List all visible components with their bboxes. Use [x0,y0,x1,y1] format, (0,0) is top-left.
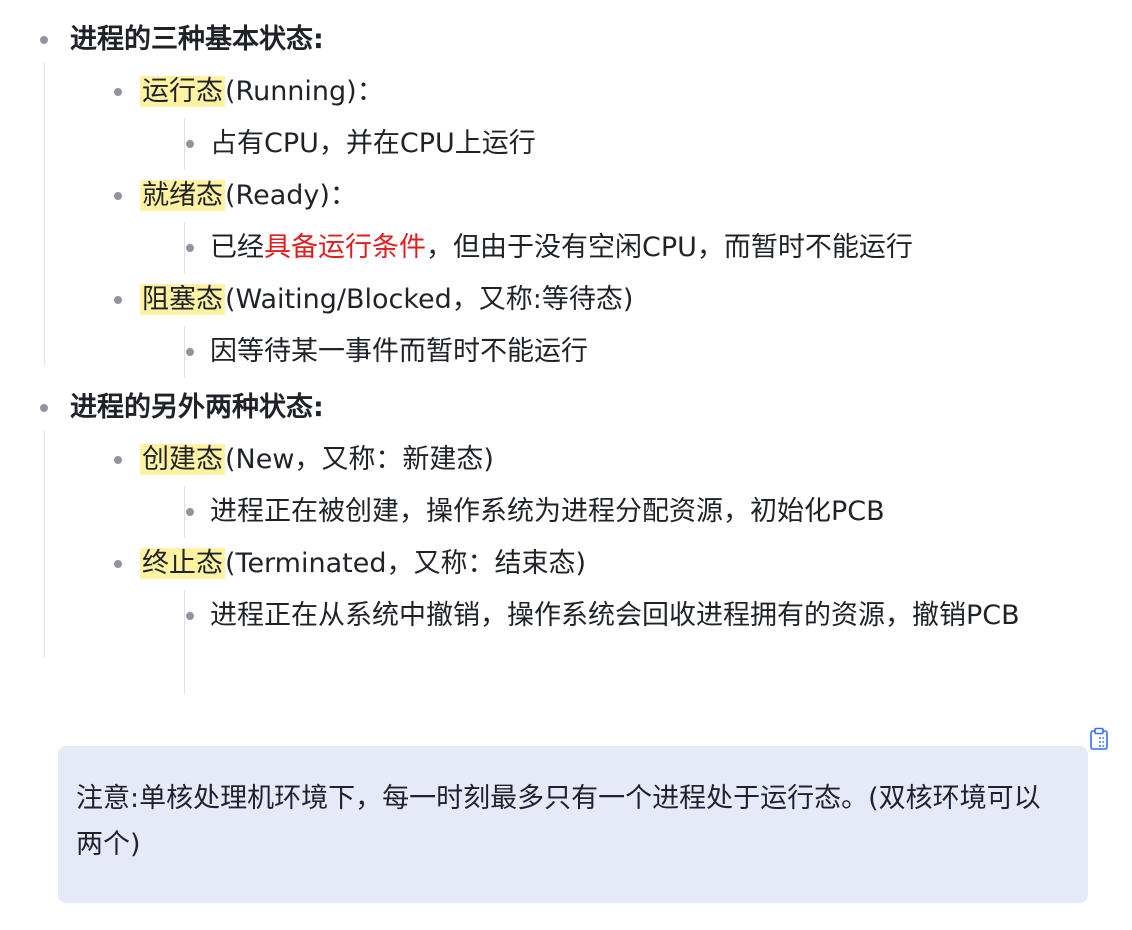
detail-item: 已经具备运行条件，但由于没有空闲CPU，而暂时不能运行 [186,222,1090,274]
detail-list: 进程正在被创建，操作系统为进程分配资源，初始化PCB [140,486,1132,538]
state-list: 创建态(New，又称：新建态) 进程正在被创建，操作系统为进程分配资源，初始化P… [70,434,1132,694]
state-row: 阻塞态(Waiting/Blocked，又称:等待态) [114,274,1132,326]
bullet-icon [114,88,122,96]
state-desc: (New，又称：新建态) [225,444,494,475]
state-desc: (Terminated，又称：结束态) [225,548,587,579]
section-title: 进程的另外两种状态: [70,392,324,423]
state-term: 阻塞态 [140,284,225,315]
state-list: 运行态(Running)： 占有CPU，并在CPU上运行 就绪态(Ready)： [70,66,1132,378]
outline-list: 进程的三种基本状态: 运行态(Running)： 占有CPU，并在CPU上运行 [0,0,1132,694]
list-item: 终止态(Terminated，又称：结束态) 进程正在从系统中撤销，操作系统会回… [114,538,1132,694]
guide-line [184,590,185,694]
bullet-icon [186,140,194,148]
state-row: 创建态(New，又称：新建态) [114,434,1132,486]
state-desc: (Running)： [225,76,384,107]
section-other-states: 进程的另外两种状态: 创建态(New，又称：新建态) 进程正在被创建，操作系统为… [0,378,1132,694]
detail-text: 已经 [210,232,264,263]
section-heading: 进程的三种基本状态: [40,14,1132,66]
state-term: 运行态 [140,76,225,107]
state-row: 就绪态(Ready)： [114,170,1132,222]
detail-list: 进程正在从系统中撤销，操作系统会回收进程拥有的资源，撤销PCB [140,590,1132,694]
state-term: 创建态 [140,444,225,475]
detail-text: 因等待某一事件而暂时不能运行 [210,336,588,367]
detail-text: 占有CPU，并在CPU上运行 [210,128,536,159]
bullet-icon [114,296,122,304]
detail-text: 进程正在被创建，操作系统为进程分配资源，初始化PCB [210,496,885,527]
bullet-icon [40,404,48,412]
bullet-icon [40,36,48,44]
clipboard-icon[interactable] [1089,727,1109,751]
section-heading: 进程的另外两种状态: [40,382,1132,434]
detail-item: 进程正在从系统中撤销，操作系统会回收进程拥有的资源，撤销PCB [186,590,1090,642]
section-basic-states: 进程的三种基本状态: 运行态(Running)： 占有CPU，并在CPU上运行 [0,0,1132,378]
detail-text: 进程正在从系统中撤销，操作系统会回收进程拥有的资源，撤销PCB [210,600,1020,631]
list-item: 就绪态(Ready)： 已经具备运行条件，但由于没有空闲CPU，而暂时不能运行 [114,170,1132,274]
state-row: 终止态(Terminated，又称：结束态) [114,538,1132,590]
detail-list: 因等待某一事件而暂时不能运行 [140,326,1132,378]
section-title: 进程的三种基本状态: [70,24,324,55]
document-body: 进程的三种基本状态: 运行态(Running)： 占有CPU，并在CPU上运行 [0,0,1132,694]
emphasis-text: 具备运行条件 [264,232,426,263]
list-item: 运行态(Running)： 占有CPU，并在CPU上运行 [114,66,1132,170]
state-term: 就绪态 [140,180,225,211]
bullet-icon [186,508,194,516]
guide-line [44,430,45,658]
state-desc: (Waiting/Blocked，又称:等待态) [225,284,634,315]
bullet-icon [186,348,194,356]
bullet-icon [114,456,122,464]
detail-item: 因等待某一事件而暂时不能运行 [186,326,1090,378]
guide-line [44,62,45,366]
detail-list: 占有CPU，并在CPU上运行 [140,118,1132,170]
list-item: 创建态(New，又称：新建态) 进程正在被创建，操作系统为进程分配资源，初始化P… [114,434,1132,538]
state-row: 运行态(Running)： [114,66,1132,118]
detail-text: ，但由于没有空闲CPU，而暂时不能运行 [426,232,913,263]
note-callout: 注意:单核处理机环境下，每一时刻最多只有一个进程处于运行态。(双核环境可以两个) [58,746,1088,903]
detail-item: 占有CPU，并在CPU上运行 [186,118,1090,170]
callout-text: 注意:单核处理机环境下，每一时刻最多只有一个进程处于运行态。(双核环境可以两个) [76,783,1041,860]
detail-item: 进程正在被创建，操作系统为进程分配资源，初始化PCB [186,486,1090,538]
state-desc: (Ready)： [225,180,357,211]
state-term: 终止态 [140,548,225,579]
guide-line [184,118,185,170]
list-item: 阻塞态(Waiting/Blocked，又称:等待态) 因等待某一事件而暂时不能… [114,274,1132,378]
bullet-icon [186,244,194,252]
bullet-icon [186,612,194,620]
bullet-icon [114,560,122,568]
bullet-icon [114,192,122,200]
detail-list: 已经具备运行条件，但由于没有空闲CPU，而暂时不能运行 [140,222,1132,274]
guide-line [184,222,185,274]
guide-line [184,486,185,538]
guide-line [184,326,185,378]
